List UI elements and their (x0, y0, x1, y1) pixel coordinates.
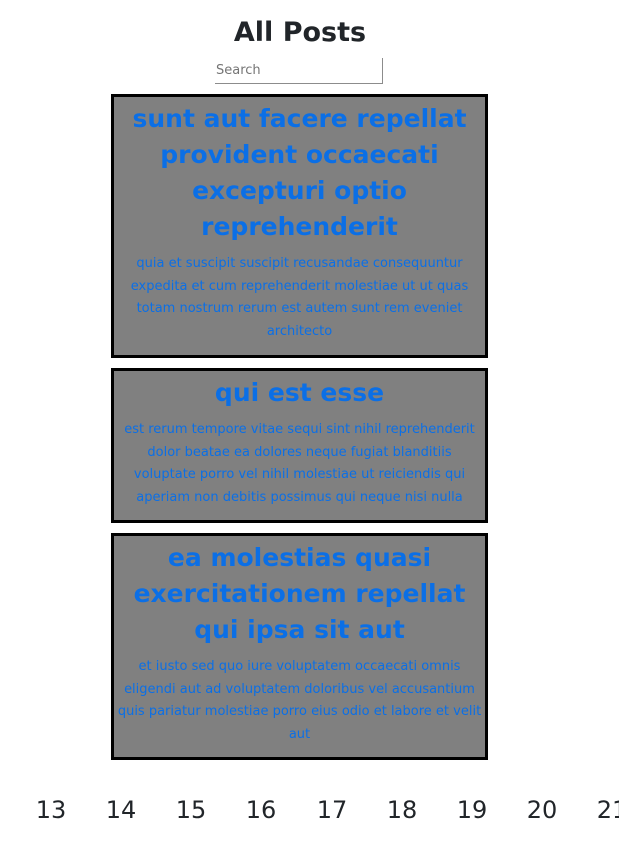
page-number[interactable]: 15 (171, 790, 211, 830)
page-number[interactable]: 17 (312, 790, 352, 830)
post-body: quia et suscipit suscipit recusandae con… (130, 256, 469, 339)
post-card[interactable]: qui est esse est rerum tempore vitae seq… (111, 368, 488, 523)
page: All Posts sunt aut facere repellat provi… (0, 0, 619, 841)
post-body: est rerum tempore vitae sequi sint nihil… (124, 422, 475, 505)
post-body: et iusto sed quo iure voluptatem occaeca… (117, 659, 482, 742)
page-number[interactable]: 21 (592, 790, 619, 830)
pagination: 13 14 15 16 17 18 19 20 21 (0, 790, 619, 830)
page-number[interactable]: 16 (241, 790, 281, 830)
post-title: ea molestias quasi exercitationem repell… (133, 543, 466, 644)
search-input[interactable] (215, 58, 383, 84)
post-card[interactable]: sunt aut facere repellat provident occae… (111, 94, 488, 358)
post-title: qui est esse (214, 378, 385, 407)
page-number[interactable]: 20 (522, 790, 562, 830)
post-card[interactable]: ea molestias quasi exercitationem repell… (111, 533, 488, 760)
page-number[interactable]: 13 (31, 790, 71, 830)
page-number[interactable]: 14 (101, 790, 141, 830)
page-title: All Posts (233, 17, 367, 48)
page-number[interactable]: 19 (452, 790, 492, 830)
post-list: sunt aut facere repellat provident occae… (111, 94, 488, 770)
post-title: sunt aut facere repellat provident occae… (132, 104, 467, 241)
page-number[interactable]: 18 (382, 790, 422, 830)
